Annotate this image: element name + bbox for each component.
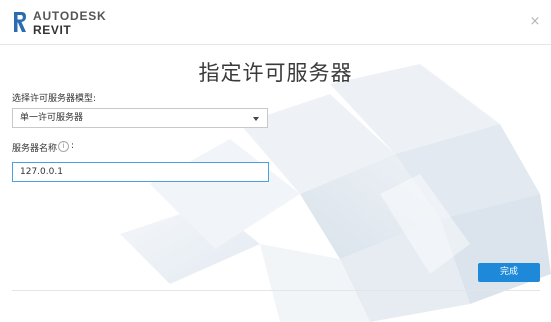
chevron-down-icon xyxy=(253,117,259,121)
dialog-content: 指定许可服务器 选择许可服务器模型: 单一许可服务器 服务器名称 i : 127… xyxy=(0,44,551,322)
revit-logo-icon xyxy=(14,12,26,32)
footer-divider xyxy=(12,290,540,291)
server-model-value: 单一许可服务器 xyxy=(20,113,84,123)
done-button[interactable]: 完成 xyxy=(478,263,540,282)
dialog-header: AUTODESK REVIT × xyxy=(0,0,551,45)
brand-product-name: REVIT xyxy=(33,23,72,37)
server-model-label: 选择许可服务器模型: xyxy=(12,94,97,104)
server-name-label: 服务器名称 xyxy=(12,144,58,154)
license-server-dialog: AUTODESK REVIT × 指定许可服务器 选择许可服务器模型: 单一许可… xyxy=(0,0,551,322)
info-icon[interactable]: i xyxy=(58,141,69,152)
brand-company-name: AUTODESK xyxy=(33,9,107,23)
page-title: 指定许可服务器 xyxy=(198,61,353,85)
close-icon[interactable]: × xyxy=(527,14,543,30)
server-model-select[interactable]: 单一许可服务器 xyxy=(12,108,268,128)
server-name-label-colon: : xyxy=(71,141,75,151)
server-name-input[interactable]: 127.0.0.1 xyxy=(12,162,269,182)
